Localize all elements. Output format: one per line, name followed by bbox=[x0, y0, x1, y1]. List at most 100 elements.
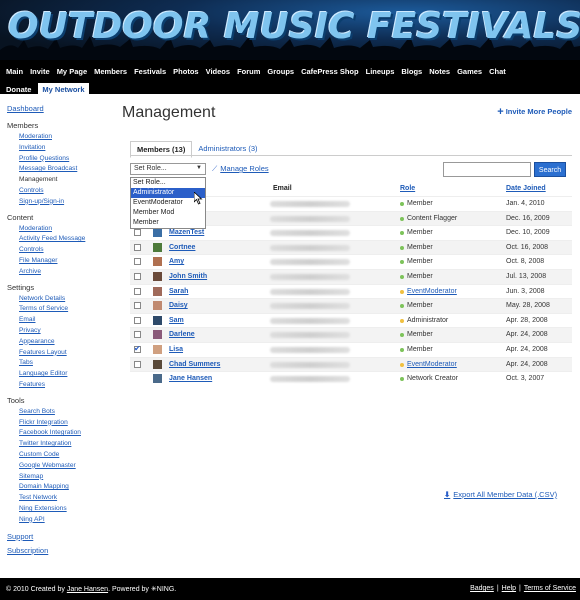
sidebar-item-content-archive[interactable]: Archive bbox=[7, 267, 112, 278]
role-option-member[interactable]: Member bbox=[131, 218, 205, 228]
sidebar-item-content-controls[interactable]: Controls bbox=[7, 245, 112, 256]
sidebar-item-tools-google-webmaster[interactable]: Google Webmaster bbox=[7, 461, 112, 472]
role-option-member-mod[interactable]: Member Mod bbox=[131, 208, 205, 218]
nav-item-invite[interactable]: Invite bbox=[30, 67, 50, 76]
row-checkbox[interactable] bbox=[134, 287, 141, 295]
footer-creator-link[interactable]: Jane Hansen bbox=[67, 586, 108, 593]
member-name-link[interactable]: Sam bbox=[169, 317, 184, 324]
row-checkbox[interactable] bbox=[134, 243, 141, 251]
member-name-link[interactable]: Jane Hansen bbox=[169, 375, 212, 382]
column-header-date-joined[interactable]: Date Joined bbox=[506, 185, 546, 192]
sidebar-item-content-moderation[interactable]: Moderation bbox=[7, 224, 112, 235]
sidebar-dashboard-link[interactable]: Dashboard bbox=[7, 102, 112, 116]
sidebar-item-members-controls[interactable]: Controls bbox=[7, 186, 112, 197]
footer-link-help[interactable]: Help bbox=[502, 585, 516, 592]
member-date-joined: Apr. 28, 2008 bbox=[506, 316, 548, 324]
nav-item-main[interactable]: Main bbox=[6, 67, 23, 76]
nav-item-my-network[interactable]: My Network bbox=[38, 83, 89, 96]
footer-link-terms[interactable]: Terms of Service bbox=[524, 585, 576, 592]
column-header-role[interactable]: Role bbox=[400, 185, 415, 192]
row-checkbox[interactable] bbox=[134, 272, 141, 280]
blurred-email bbox=[270, 244, 350, 251]
tab-divider bbox=[130, 155, 572, 156]
member-date-joined: Apr. 24, 2008 bbox=[506, 360, 548, 368]
sidebar-item-settings-tabs[interactable]: Tabs bbox=[7, 358, 112, 369]
sidebar-item-settings-privacy[interactable]: Privacy bbox=[7, 326, 112, 337]
sidebar-item-content-file-manager[interactable]: File Manager bbox=[7, 256, 112, 267]
nav-item-cafepress-shop[interactable]: CafePress Shop bbox=[301, 67, 359, 76]
table-row: Jane Hansen Network Creator Oct. 3, 2007 bbox=[130, 371, 572, 386]
nav-item-blogs[interactable]: Blogs bbox=[401, 67, 422, 76]
member-name-link[interactable]: Darlene bbox=[169, 331, 195, 338]
sidebar-subscription-link[interactable]: Subscription bbox=[7, 544, 112, 558]
sidebar-item-members-sign-up-sign-in[interactable]: Sign-up/Sign-in bbox=[7, 197, 112, 208]
search-button[interactable]: Search bbox=[534, 162, 566, 177]
manage-roles-link[interactable]: ⟋ Manage Roles bbox=[212, 164, 269, 174]
sidebar-item-tools-search-bots[interactable]: Search Bots bbox=[7, 407, 112, 418]
search-input[interactable] bbox=[443, 162, 531, 177]
member-name-link[interactable]: Daisy bbox=[169, 302, 188, 309]
sidebar-item-tools-twitter-integration[interactable]: Twitter Integration bbox=[7, 439, 112, 450]
sidebar-item-content-activity-feed-message[interactable]: Activity Feed Message bbox=[7, 234, 112, 245]
nav-item-donate[interactable]: Donate bbox=[6, 85, 31, 94]
sidebar-item-settings-appearance[interactable]: Appearance bbox=[7, 337, 112, 348]
sidebar-item-members-profile-questions[interactable]: Profile Questions bbox=[7, 154, 112, 165]
sidebar-section-content: Content bbox=[7, 212, 34, 222]
sidebar-item-settings-language-editor[interactable]: Language Editor bbox=[7, 369, 112, 380]
invite-more-people-link[interactable]: + Invite More People bbox=[497, 106, 572, 118]
role-status-dot-icon bbox=[400, 347, 404, 352]
sidebar-item-settings-features[interactable]: Features bbox=[7, 380, 112, 391]
sidebar-item-members-moderation[interactable]: Moderation bbox=[7, 132, 112, 143]
sidebar-item-tools-flickr-integration[interactable]: Flickr Integration bbox=[7, 418, 112, 429]
role-status-dot-icon bbox=[400, 289, 404, 294]
role-option-set-role[interactable]: Set Role... bbox=[131, 178, 205, 188]
sidebar-item-tools-test-network[interactable]: Test Network bbox=[7, 493, 112, 504]
member-role[interactable]: EventModerator bbox=[407, 361, 457, 368]
row-checkbox[interactable] bbox=[134, 258, 141, 266]
row-checkbox[interactable] bbox=[134, 331, 141, 339]
nav-item-lineups[interactable]: Lineups bbox=[366, 67, 395, 76]
sidebar-support-link[interactable]: Support bbox=[7, 530, 112, 544]
export-member-data-link[interactable]: ⬇ Export All Member Data (.CSV) bbox=[444, 490, 557, 499]
sidebar-item-tools-sitemap[interactable]: Sitemap bbox=[7, 472, 112, 483]
row-checkbox[interactable] bbox=[134, 316, 141, 324]
sidebar-item-settings-terms-of-service[interactable]: Terms of Service bbox=[7, 304, 112, 315]
row-checkbox[interactable] bbox=[134, 229, 141, 237]
nav-item-notes[interactable]: Notes bbox=[429, 67, 450, 76]
member-name-link[interactable]: Sarah bbox=[169, 288, 188, 295]
member-name-link[interactable]: MazenTest bbox=[169, 229, 204, 236]
footer-link-badges[interactable]: Badges bbox=[470, 585, 494, 592]
sidebar-item-settings-features-layout[interactable]: Features Layout bbox=[7, 348, 112, 359]
sidebar-item-tools-ning-api[interactable]: Ning API bbox=[7, 515, 112, 526]
sidebar-item-settings-network-details[interactable]: Network Details bbox=[7, 294, 112, 305]
nav-item-my-page[interactable]: My Page bbox=[57, 67, 87, 76]
member-role[interactable]: EventModerator bbox=[407, 288, 457, 295]
nav-item-forum[interactable]: Forum bbox=[237, 67, 260, 76]
member-name-link[interactable]: Cortnee bbox=[169, 244, 195, 251]
sidebar-item-tools-custom-code[interactable]: Custom Code bbox=[7, 450, 112, 461]
sidebar-item-settings-email[interactable]: Email bbox=[7, 315, 112, 326]
nav-item-groups[interactable]: Groups bbox=[267, 67, 294, 76]
nav-item-videos[interactable]: Videos bbox=[206, 67, 230, 76]
table-row: Amy Member Oct. 8, 2008 bbox=[130, 254, 572, 269]
member-name-link[interactable]: Amy bbox=[169, 258, 184, 265]
sidebar-item-tools-facebook-integration[interactable]: Facebook Integration bbox=[7, 428, 112, 439]
sidebar-item-members-invitation[interactable]: Invitation bbox=[7, 143, 112, 154]
sidebar-item-tools-domain-mapping[interactable]: Domain Mapping bbox=[7, 482, 112, 493]
nav-item-festivals[interactable]: Festivals bbox=[134, 67, 166, 76]
member-role: Member bbox=[407, 243, 433, 251]
sidebar-item-members-message-broadcast[interactable]: Message Broadcast bbox=[7, 164, 112, 175]
nav-item-photos[interactable]: Photos bbox=[173, 67, 198, 76]
nav-item-chat[interactable]: Chat bbox=[489, 67, 506, 76]
member-role: Member bbox=[407, 258, 433, 266]
sidebar-item-tools-ning-extensions[interactable]: Ning Extensions bbox=[7, 504, 112, 515]
row-checkbox[interactable] bbox=[134, 302, 141, 310]
row-checkbox[interactable] bbox=[134, 344, 141, 353]
member-name-link[interactable]: Chad Summers bbox=[169, 361, 220, 368]
nav-item-games[interactable]: Games bbox=[457, 67, 482, 76]
member-name-link[interactable]: Lisa bbox=[169, 346, 183, 353]
set-role-select[interactable]: Set Role... ▼ bbox=[130, 163, 206, 175]
member-name-link[interactable]: John Smith bbox=[169, 273, 207, 280]
nav-item-members[interactable]: Members bbox=[94, 67, 127, 76]
row-checkbox[interactable] bbox=[134, 360, 141, 368]
